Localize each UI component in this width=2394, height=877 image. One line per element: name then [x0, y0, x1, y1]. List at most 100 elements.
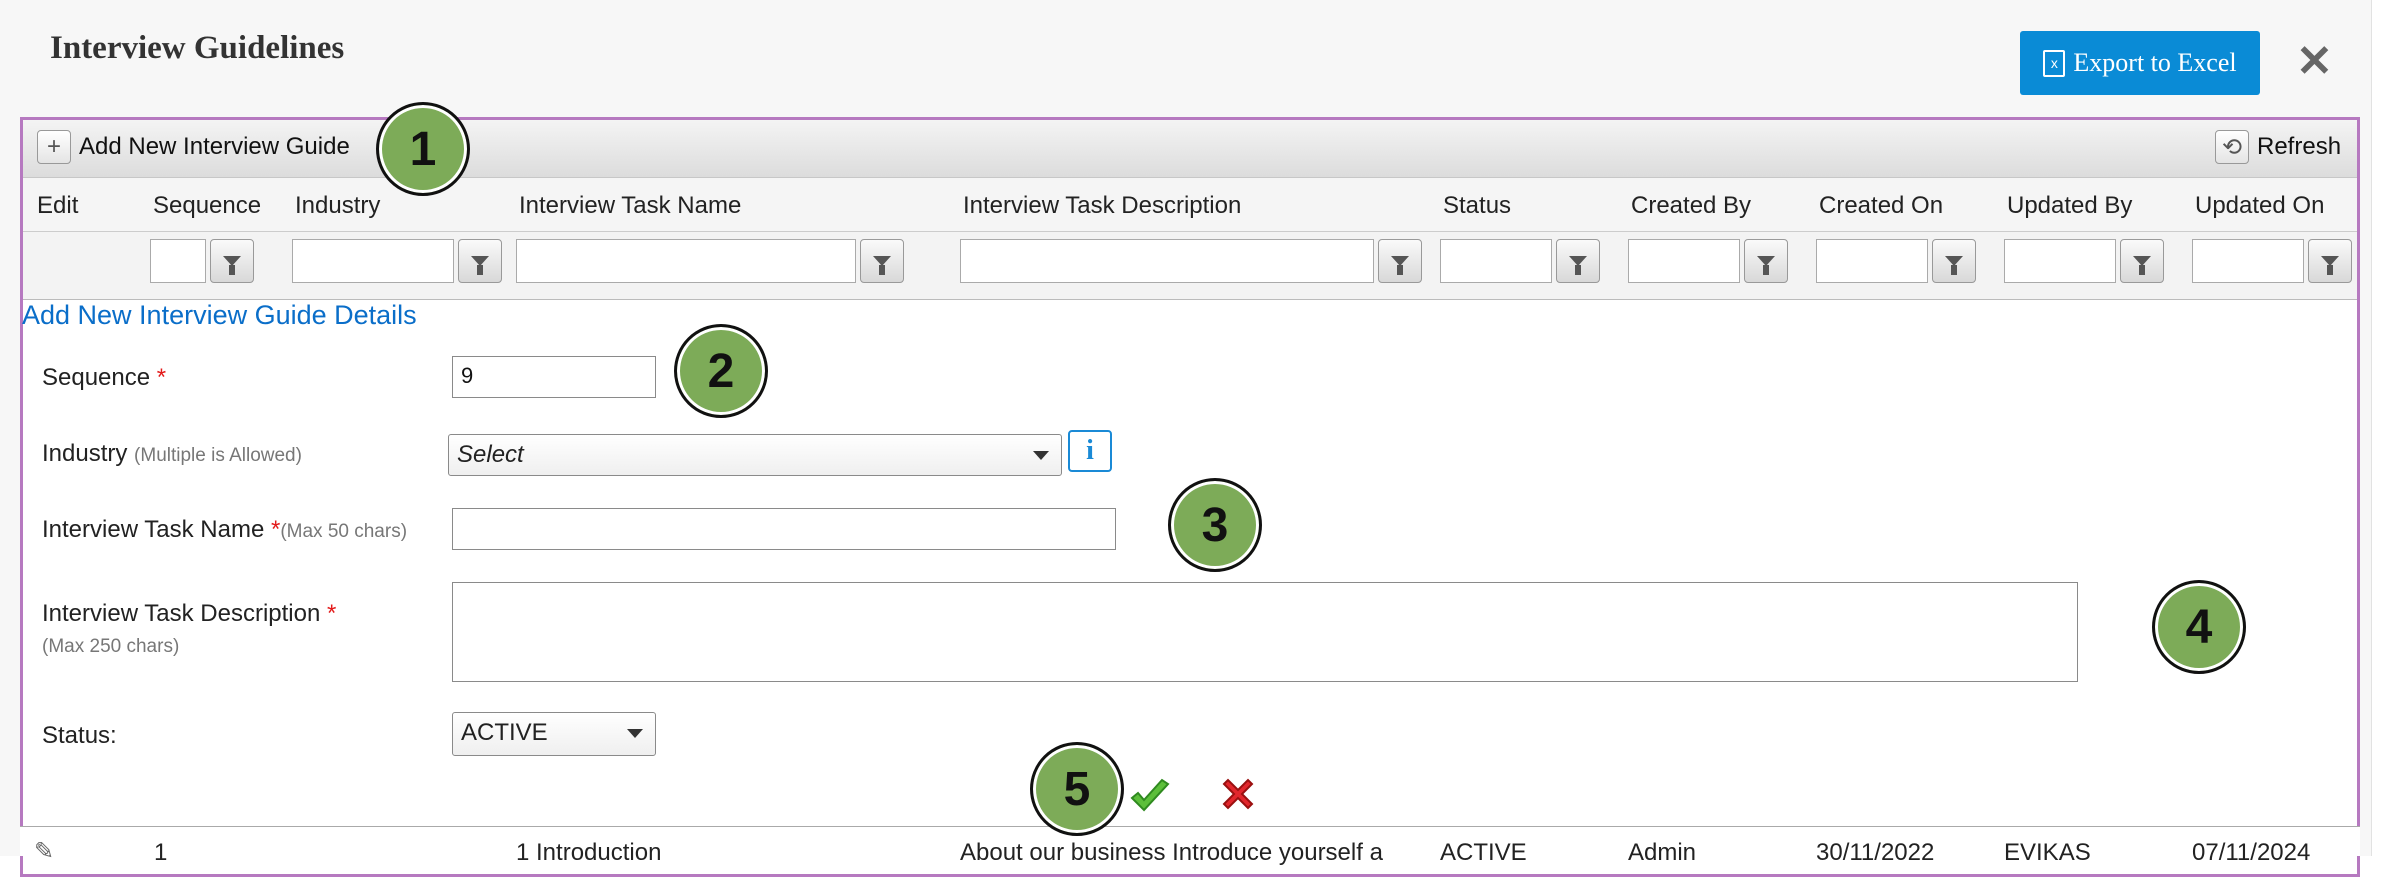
filter-icon [1391, 256, 1409, 275]
excel-icon: x [2043, 49, 2066, 77]
annotation-marker-1: 1 [376, 102, 470, 196]
annotation-marker-4: 4 [2152, 580, 2246, 674]
filter-status-input[interactable] [1440, 239, 1552, 283]
filter-status-button[interactable] [1556, 239, 1600, 283]
filter-sequence-button[interactable] [210, 239, 254, 283]
chevron-down-icon [1033, 451, 1049, 460]
status-select[interactable]: ACTIVE [452, 712, 656, 756]
filter-industry [292, 239, 502, 283]
filter-task-name-button[interactable] [860, 239, 904, 283]
row-status: ACTIVE [1440, 839, 1527, 866]
required-mark: * [270, 516, 281, 543]
filter-created-on-button[interactable] [1932, 239, 1976, 283]
dialog-panel: Interview Guidelines x Export to Excel ✕… [0, 0, 2372, 877]
annotation-marker-3: 3 [1168, 478, 1262, 572]
required-mark: * [327, 600, 337, 627]
annotation-marker-5: 5 [1030, 742, 1124, 836]
column-header-status[interactable]: Status [1443, 192, 1511, 220]
filter-icon [2133, 256, 2151, 275]
filter-icon [471, 256, 489, 275]
status-selected-value: ACTIVE [461, 719, 548, 746]
filter-task-name-input[interactable] [516, 239, 856, 283]
filter-created-by-input[interactable] [1628, 239, 1740, 283]
close-icon[interactable]: ✕ [2296, 40, 2333, 84]
filter-industry-button[interactable] [458, 239, 502, 283]
task-name-input[interactable] [452, 508, 1116, 550]
refresh-button[interactable]: ⟲ Refresh [2215, 130, 2341, 164]
plus-icon: + [37, 130, 71, 164]
cancel-x-icon[interactable] [1218, 774, 1258, 814]
row-updated-by: EVIKAS [2004, 839, 2091, 866]
filter-icon [1569, 256, 1587, 275]
row-sequence: 1 [154, 839, 168, 866]
row-description: About our business Introduce yourself a [960, 839, 1383, 866]
filter-task-description [960, 239, 1422, 283]
filter-updated-by-button[interactable] [2120, 239, 2164, 283]
form-title: Add New Interview Guide Details [22, 300, 417, 330]
table-row: ✎ 1 1 Introduction About our business In… [20, 826, 2360, 866]
filter-icon [223, 256, 241, 275]
industry-hint: (Multiple is Allowed) [134, 445, 302, 466]
filter-status [1440, 239, 1600, 283]
dialog-title: Interview Guidelines [50, 30, 345, 66]
task-name-hint: (Max 50 chars) [280, 521, 408, 542]
filter-icon [1945, 256, 1963, 275]
column-header-task-description[interactable]: Interview Task Description [963, 192, 1241, 220]
row-updated-on: 07/11/2024 [2192, 839, 2311, 866]
refresh-icon: ⟲ [2215, 130, 2249, 164]
filter-sequence [150, 239, 254, 283]
filter-task-name [516, 239, 904, 283]
filter-created-on [1816, 239, 1976, 283]
annotation-marker-2: 2 [674, 324, 768, 418]
task-description-hint: (Max 250 chars) [42, 636, 180, 657]
save-checkmark-icon[interactable] [1128, 776, 1172, 816]
industry-placeholder: Select [457, 441, 524, 468]
info-icon[interactable]: i [1068, 430, 1112, 472]
column-header-task-name[interactable]: Interview Task Name [519, 192, 741, 220]
filter-created-by-button[interactable] [1744, 239, 1788, 283]
filter-updated-on-button[interactable] [2308, 239, 2352, 283]
task-name-label-text: Interview Task Name [42, 516, 265, 543]
filter-updated-by [2004, 239, 2164, 283]
filter-icon [2321, 256, 2339, 275]
filter-updated-on-input[interactable] [2192, 239, 2304, 283]
filter-sequence-input[interactable] [150, 239, 206, 283]
task-description-label: Interview Task Description * [42, 600, 336, 628]
industry-label: Industry (Multiple is Allowed) [42, 440, 302, 468]
column-header-updated-on[interactable]: Updated On [2195, 192, 2324, 220]
chevron-down-icon [627, 729, 643, 738]
required-mark: * [156, 364, 167, 391]
filter-task-description-button[interactable] [1378, 239, 1422, 283]
column-header-sequence[interactable]: Sequence [153, 192, 261, 220]
column-header-industry[interactable]: Industry [295, 192, 380, 220]
task-description-textarea[interactable] [452, 582, 2078, 682]
sequence-label-text: Sequence [42, 364, 151, 391]
filter-icon [1757, 256, 1775, 275]
filter-updated-by-input[interactable] [2004, 239, 2116, 283]
sequence-input[interactable]: 9 [452, 356, 656, 398]
grid-toolbar: + Add New Interview Guide ⟲ Refresh [23, 120, 2357, 178]
sequence-label: Sequence * [42, 364, 166, 392]
status-label: Status: [42, 722, 117, 749]
row-created-on: 30/11/2022 [1816, 839, 1935, 866]
filter-task-description-input[interactable] [960, 239, 1374, 283]
filter-created-on-input[interactable] [1816, 239, 1928, 283]
add-label: Add New Interview Guide [79, 133, 350, 160]
add-new-interview-guide-button[interactable]: + Add New Interview Guide [37, 130, 350, 164]
pencil-icon[interactable]: ✎ [34, 837, 54, 866]
column-header-created-by[interactable]: Created By [1631, 192, 1751, 220]
industry-select[interactable]: Select [448, 434, 1062, 476]
filter-created-by [1628, 239, 1788, 283]
grid-header-row: Edit Sequence Industry Interview Task Na… [23, 178, 2357, 232]
row-task-name: 1 Introduction [516, 839, 662, 866]
industry-label-text: Industry [42, 440, 128, 467]
column-header-updated-by[interactable]: Updated By [2007, 192, 2132, 220]
task-description-label-text: Interview Task Description [42, 600, 321, 627]
task-name-label: Interview Task Name *(Max 50 chars) [42, 516, 407, 544]
column-header-edit[interactable]: Edit [37, 192, 78, 220]
filter-updated-on [2192, 239, 2352, 283]
filter-industry-input[interactable] [292, 239, 454, 283]
column-header-created-on[interactable]: Created On [1819, 192, 1943, 220]
export-to-excel-button[interactable]: x Export to Excel [2020, 31, 2260, 95]
export-label: Export to Excel [2073, 48, 2237, 77]
